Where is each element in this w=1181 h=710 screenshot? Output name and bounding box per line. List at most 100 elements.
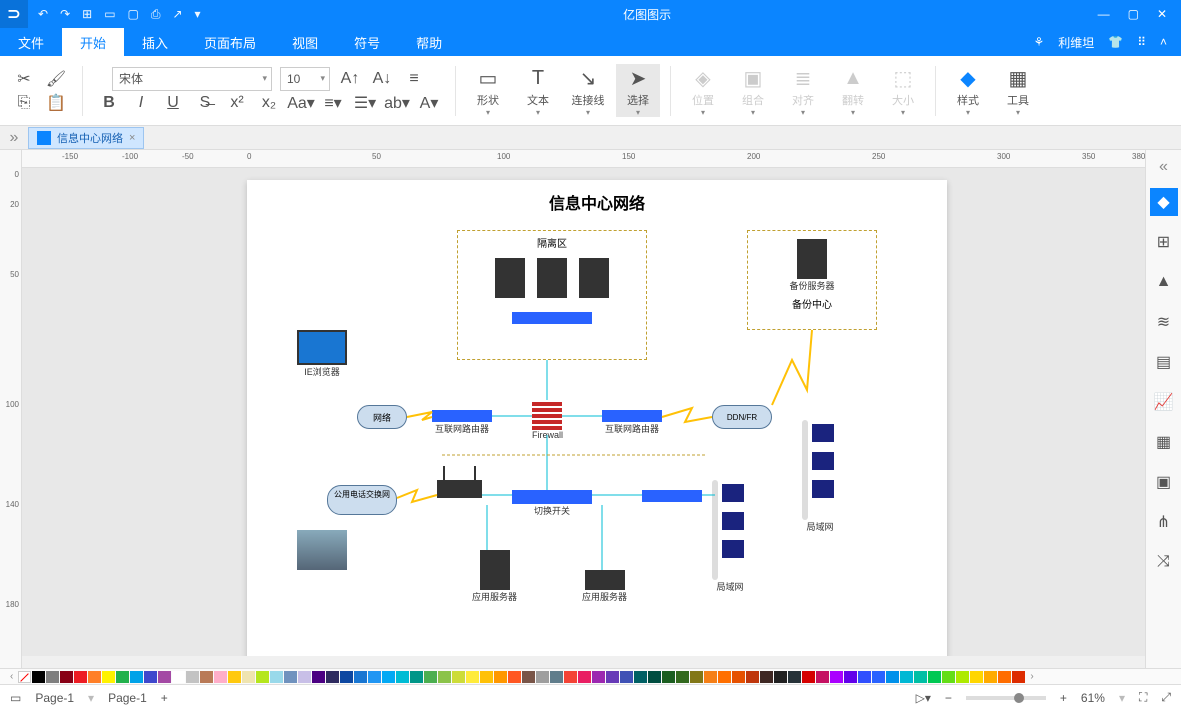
save-icon[interactable]: ▢ [128, 7, 139, 22]
switch-icon[interactable] [512, 312, 592, 324]
color-swatch[interactable] [522, 671, 535, 683]
minimize-icon[interactable]: — [1098, 7, 1110, 21]
color-swatch[interactable] [200, 671, 213, 683]
color-swatch[interactable] [270, 671, 283, 683]
menu-insert[interactable]: 插入 [124, 28, 186, 56]
export-icon[interactable]: ↗ [172, 7, 182, 22]
maximize-icon[interactable]: ▢ [1128, 7, 1139, 21]
font-family-select[interactable]: 宋体 [112, 67, 272, 91]
color-swatch[interactable] [536, 671, 549, 683]
chart-panel-icon[interactable]: 📈 [1150, 388, 1178, 416]
ie-browser-node[interactable]: IE浏览器 [297, 330, 347, 378]
print-icon[interactable]: ⎙ [151, 7, 161, 22]
align-tool[interactable]: ≣对齐▾ [781, 64, 825, 117]
color-swatch[interactable] [970, 671, 983, 683]
open-icon[interactable]: ▭ [104, 7, 115, 22]
color-swatch[interactable] [284, 671, 297, 683]
color-swatch[interactable] [256, 671, 269, 683]
italic-icon[interactable]: I [129, 91, 153, 115]
wifi-router-node[interactable] [437, 480, 482, 498]
color-swatch[interactable] [802, 671, 815, 683]
data-panel-icon[interactable]: ▣ [1150, 468, 1178, 496]
color-swatch[interactable] [172, 671, 185, 683]
apps-icon[interactable]: ⠿ [1137, 35, 1146, 49]
cut-icon[interactable]: ✂ [12, 67, 36, 91]
page[interactable]: 信息中心网络 隔离区 备份服务器 备份中心 [247, 180, 947, 656]
tree-panel-icon[interactable]: ⋔ [1150, 508, 1178, 536]
color-swatch[interactable] [130, 671, 143, 683]
color-swatch[interactable] [690, 671, 703, 683]
color-swatch[interactable] [606, 671, 619, 683]
align-toggle-icon[interactable]: ≡ [402, 67, 426, 91]
color-swatch[interactable] [956, 671, 969, 683]
color-swatch[interactable] [452, 671, 465, 683]
new-icon[interactable]: ⊞ [82, 7, 92, 22]
list-icon[interactable]: ☰▾ [353, 91, 377, 115]
menu-help[interactable]: 帮助 [398, 28, 460, 56]
underline-icon[interactable]: U [161, 91, 185, 115]
color-swatch[interactable] [830, 671, 843, 683]
color-swatch[interactable] [186, 671, 199, 683]
color-swatch[interactable] [984, 671, 997, 683]
color-swatch[interactable] [564, 671, 577, 683]
expand-tabs-icon[interactable]: » [0, 129, 28, 147]
zoom-slider[interactable] [966, 696, 1046, 700]
color-swatch[interactable] [102, 671, 115, 683]
color-swatch[interactable] [620, 671, 633, 683]
zoom-in-icon[interactable]: + [1060, 691, 1067, 705]
color-swatch[interactable] [886, 671, 899, 683]
color-swatch[interactable] [662, 671, 675, 683]
color-swatch[interactable] [900, 671, 913, 683]
shuffle-panel-icon[interactable]: ⤨ [1150, 548, 1178, 576]
page-panel-icon[interactable]: ▤ [1150, 348, 1178, 376]
tab-close-icon[interactable]: × [129, 132, 135, 144]
color-swatch[interactable] [858, 671, 871, 683]
color-swatch[interactable] [634, 671, 647, 683]
color-swatch[interactable] [760, 671, 773, 683]
color-swatch[interactable] [466, 671, 479, 683]
user-name[interactable]: 利维坦 [1058, 34, 1094, 51]
color-swatch[interactable] [494, 671, 507, 683]
color-swatch[interactable] [46, 671, 59, 683]
line-spacing-icon[interactable]: ≡▾ [321, 91, 345, 115]
color-swatch[interactable] [312, 671, 325, 683]
qat-dropdown-icon[interactable]: ▾ [195, 7, 201, 22]
shirt-icon[interactable]: 👕 [1108, 35, 1123, 49]
font-color-icon[interactable]: A▾ [417, 91, 441, 115]
share-icon[interactable]: ⚘ [1033, 35, 1044, 49]
collapse-ribbon-icon[interactable]: ˄ [1160, 35, 1167, 49]
color-swatch[interactable] [844, 671, 857, 683]
isolation-zone-box[interactable]: 隔离区 [457, 230, 647, 360]
utils-tool[interactable]: ▦工具▾ [996, 64, 1040, 117]
page-name-2[interactable]: Page-1 [108, 691, 147, 705]
color-swatch[interactable] [88, 671, 101, 683]
zoom-out-icon[interactable]: − [945, 691, 952, 705]
add-page-icon[interactable]: + [161, 691, 168, 705]
flip-tool[interactable]: ▲翻转▾ [831, 64, 875, 117]
color-swatch[interactable] [228, 671, 241, 683]
fit-page-icon[interactable]: ⛶ [1139, 690, 1147, 705]
style-tool[interactable]: ◆样式▾ [946, 64, 990, 117]
fill-panel-icon[interactable]: ◆ [1150, 188, 1178, 216]
copy-icon[interactable]: ⎘ [12, 91, 36, 115]
color-swatch[interactable] [550, 671, 563, 683]
color-swatch[interactable] [74, 671, 87, 683]
undo-icon[interactable]: ↶ [38, 7, 48, 22]
grid-panel-icon[interactable]: ⊞ [1150, 228, 1178, 256]
bold-icon[interactable]: B [97, 91, 121, 115]
color-swatch[interactable] [410, 671, 423, 683]
color-swatch[interactable] [396, 671, 409, 683]
color-swatch[interactable] [718, 671, 731, 683]
color-swatch[interactable] [816, 671, 829, 683]
menu-symbol[interactable]: 符号 [336, 28, 398, 56]
server-icon[interactable] [495, 258, 525, 298]
backup-server-icon[interactable] [797, 239, 827, 279]
position-tool[interactable]: ◈位置▾ [681, 64, 725, 117]
server-icon[interactable] [579, 258, 609, 298]
network-cloud[interactable]: 网络 [357, 405, 407, 429]
color-swatch[interactable] [144, 671, 157, 683]
pages-icon[interactable]: ▭ [10, 691, 21, 705]
color-swatch[interactable] [382, 671, 395, 683]
menu-start[interactable]: 开始 [62, 28, 124, 56]
strike-icon[interactable]: S̶ [193, 91, 217, 115]
